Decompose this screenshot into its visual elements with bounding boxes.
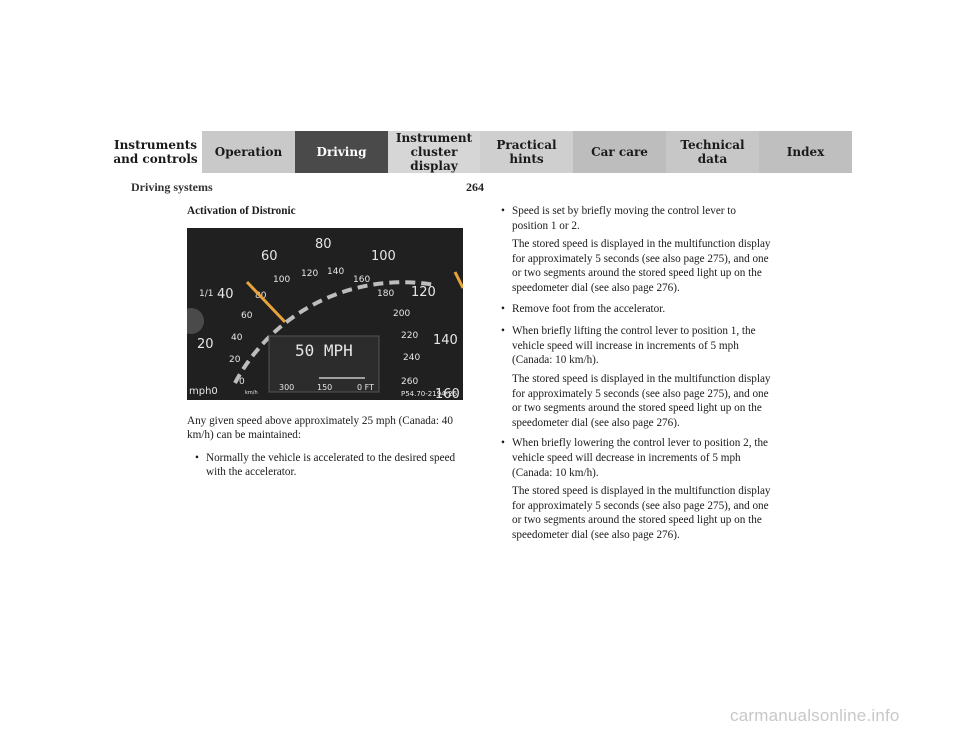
distance-label-150: 150 [317,383,332,392]
tab-label: Car care [591,145,648,159]
left-column: Activation of Distronic mph0 20 40 60 80… [187,204,463,484]
intro-paragraph: Any given speed above approximately 25 m… [187,414,453,442]
tab-instrument-cluster-display[interactable]: Instrument cluster display [388,131,480,173]
tab-operation[interactable]: Operation [202,131,295,173]
display-speed-text: 50 MPH [295,341,353,360]
gauge-label-80: 80 [315,237,332,252]
inner-label-140: 140 [327,267,344,277]
tab-instruments-and-controls[interactable]: Instruments and controls [109,131,202,173]
distance-label-0ft: 0 FT [357,383,374,392]
inner-label-260: 260 [401,377,418,387]
tab-label: Driving [316,145,367,159]
tab-label: Instrument cluster display [395,131,473,173]
tab-label: Operation [214,145,283,159]
tab-car-care[interactable]: Car care [573,131,666,173]
gauge-label-120: 120 [411,285,436,300]
inner-label-180: 180 [377,289,394,299]
right-column: Speed is set by briefly moving the contr… [501,204,771,548]
tab-index[interactable]: Index [759,131,852,173]
list-item: When briefly lifting the control lever t… [501,324,771,368]
list-item-detail: The stored speed is displayed in the mul… [512,372,771,429]
page-number: 264 [466,180,484,194]
list-item: Remove foot from the accelerator. [501,302,771,317]
section-title: Driving systems [131,180,213,194]
section-navigation: Instruments and controls Operation Drivi… [109,131,852,173]
kmh-unit-label: km/h [245,390,258,396]
list-item-detail: The stored speed is displayed in the mul… [512,485,771,541]
list-item: When briefly lowering the control lever … [501,436,771,480]
inner-label-220: 220 [401,331,418,341]
inner-label-160: 160 [353,275,370,285]
distance-label-300: 300 [279,383,294,392]
section-heading: Activation of Distronic [187,205,296,217]
tab-label: Index [786,145,825,159]
figure-code: P54.70-2194-26 [401,390,458,398]
list-item: Normally the vehicle is accelerated to t… [195,451,462,480]
inner-label-40: 40 [231,333,243,343]
inner-label-200: 200 [393,309,410,319]
tab-practical-hints[interactable]: Practical hints [480,131,573,173]
gauge-label-140: 140 [433,333,458,348]
tab-technical-data[interactable]: Technical data [666,131,759,173]
list-item-detail: The stored speed is displayed in the mul… [512,238,771,294]
inner-label-0: 0 [239,377,245,387]
watermark: carmanualsonline.info [730,706,900,725]
inner-label-60: 60 [241,311,253,321]
gauge-label-100: 100 [371,249,396,264]
tab-label: Instruments and controls [113,138,198,166]
speedometer-figure: mph0 20 40 60 80 100 120 140 160 1/1 0 2… [187,227,463,400]
list-item: Speed is set by briefly moving the contr… [501,204,771,233]
tab-driving[interactable]: Driving [295,131,388,173]
gauge-label-40: 40 [217,287,234,302]
tab-label: Technical data [680,138,745,166]
inner-label-120: 120 [301,269,318,279]
inner-label-20: 20 [229,355,241,365]
tab-label: Practical hints [496,138,557,166]
gauge-label-mph0: mph0 [189,386,218,397]
inner-label-100: 100 [273,275,290,285]
gauge-label-60: 60 [261,249,278,264]
inner-label-240: 240 [403,353,420,363]
gauge-label-20: 20 [197,337,214,352]
gauge-side-label: 1/1 [199,289,213,299]
